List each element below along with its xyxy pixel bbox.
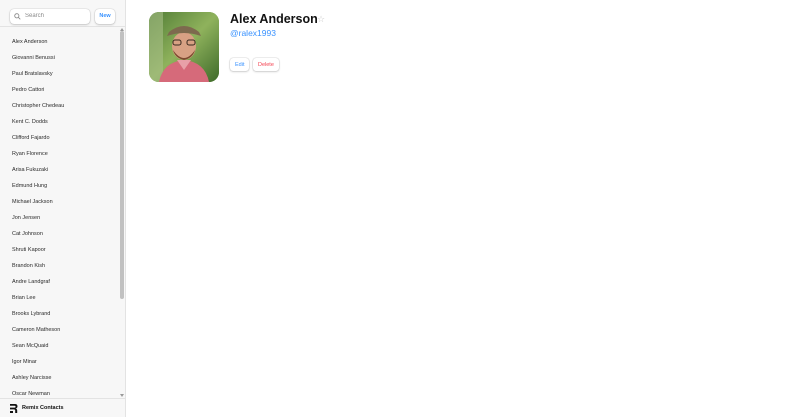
contact-list-item[interactable]: Shruti Kapoor — [0, 242, 118, 258]
sidebar-scrollbar[interactable] — [119, 27, 125, 398]
scrollbar-thumb[interactable] — [120, 31, 124, 299]
edit-button[interactable]: Edit — [230, 58, 250, 71]
search-form[interactable] — [10, 8, 90, 24]
sidebar-header: New — [0, 0, 125, 27]
search-input[interactable] — [25, 13, 89, 19]
contact-list-item[interactable]: Igor Minar — [0, 354, 118, 370]
new-contact-button[interactable]: New — [95, 8, 115, 24]
contact-name: Alex Anderson — [230, 12, 318, 26]
contact-list-item[interactable]: Brandon Kish — [0, 258, 118, 274]
avatar-photo — [149, 12, 219, 82]
delete-button[interactable]: Delete — [253, 58, 279, 71]
contact-list-item[interactable]: Brian Lee — [0, 290, 118, 306]
contact-list-item[interactable]: Edmund Hung — [0, 178, 118, 194]
contact-avatar — [149, 12, 219, 82]
remix-logo-icon — [10, 403, 18, 413]
favorite-star-icon[interactable]: ☆ — [317, 14, 325, 24]
contact-list-item[interactable]: Pedro Cattori — [0, 82, 118, 98]
sidebar-footer: Remix Contacts — [0, 398, 126, 417]
contact-list-item[interactable]: Cat Johnson — [0, 226, 118, 242]
contact-list-item[interactable]: Paul Bratslavsky — [0, 66, 118, 82]
contact-list-item[interactable]: Ryan Florence — [0, 146, 118, 162]
contact-list-item[interactable]: Jon Jensen — [0, 210, 118, 226]
contact-list-item[interactable]: Clifford Fajardo — [0, 130, 118, 146]
contact-list-item[interactable]: Christopher Chedeau — [0, 98, 118, 114]
contact-list-item[interactable]: Arisa Fukuzaki — [0, 162, 118, 178]
contact-list-item[interactable]: Kent C. Dodds — [0, 114, 118, 130]
contact-list: Alex Anderson Giovanni Benussi Paul Bratsl… — [0, 34, 118, 402]
twitter-link[interactable]: @ralex1993 — [230, 28, 276, 38]
contact-list-item[interactable]: Ashley Narcisse — [0, 370, 118, 386]
contact-list-item[interactable]: Sean McQuaid — [0, 338, 118, 354]
sidebar: New Alex AndersonGiovanni BenussiPaul Br… — [0, 0, 126, 417]
search-icon — [14, 12, 21, 20]
contact-list-item[interactable]: Giovanni Benussi — [0, 50, 118, 66]
contact-list-item[interactable]: Cameron Matheson — [0, 322, 118, 338]
app-title: Remix Contacts — [22, 405, 64, 411]
contact-list-item[interactable]: Michael Jackson — [0, 194, 118, 210]
scroll-down-arrow-icon[interactable] — [120, 394, 124, 397]
contact-list-item[interactable]: Alex Anderson — [0, 34, 118, 50]
contact-list-item[interactable]: Andre Landgraf — [0, 274, 118, 290]
contact-list-item[interactable]: Brooks Lybrand — [0, 306, 118, 322]
